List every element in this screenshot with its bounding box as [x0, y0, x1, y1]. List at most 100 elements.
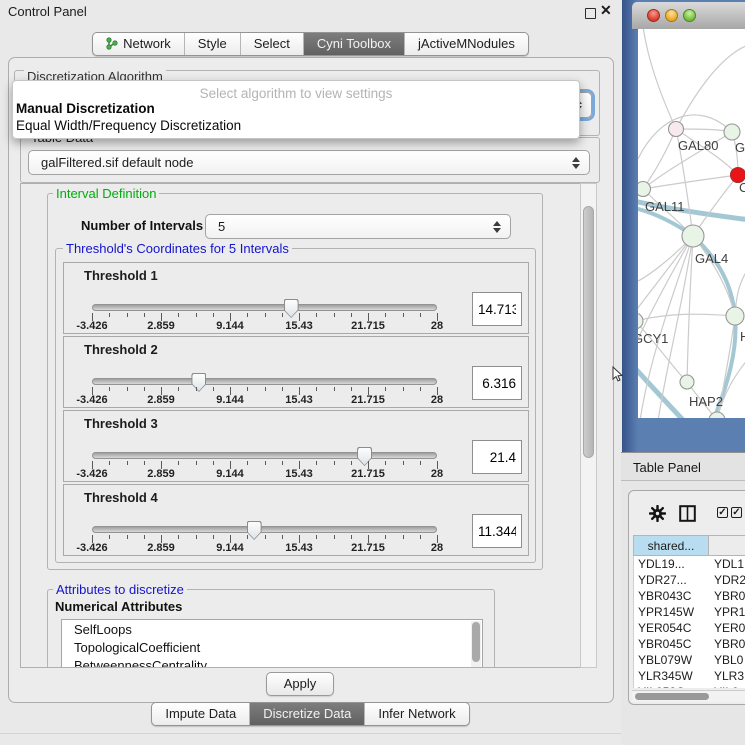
tab-label: Select — [254, 36, 290, 51]
slider-thumb[interactable] — [247, 521, 262, 540]
threshold-value-field[interactable] — [472, 514, 522, 548]
network-window-titlebar[interactable] — [632, 2, 745, 30]
H-node[interactable] — [726, 307, 744, 325]
table-row[interactable]: YBL079WYBL0 — [634, 652, 745, 668]
cell-name[interactable]: YPR1 — [710, 604, 745, 620]
table-row[interactable]: YIL052CYIL0 — [634, 684, 745, 688]
cell-name[interactable]: YBR0 — [710, 588, 745, 604]
column-header-shared-name[interactable]: shared... — [633, 535, 709, 556]
tab-network[interactable]: Network — [93, 33, 184, 55]
tab-jactivemnodules[interactable]: jActiveMNodules — [404, 33, 528, 55]
network-canvas[interactable]: GAL80GACGAL11GAL4GCY1HHAP2 — [638, 29, 745, 418]
slider-tick — [282, 461, 283, 465]
slider-thumb[interactable] — [191, 373, 206, 392]
table-row[interactable]: YER054CYER0 — [634, 620, 745, 636]
slider-track[interactable] — [92, 304, 437, 311]
column-header-name[interactable]: na — [709, 535, 745, 556]
cell-shared-name[interactable]: YLR345W — [634, 668, 710, 684]
GAL4-node[interactable] — [682, 225, 704, 247]
attribute-item-betweennesscentrality[interactable]: BetweennessCentrality — [74, 658, 207, 668]
cell-name[interactable]: YBR0 — [710, 636, 745, 652]
cell-name[interactable]: YBL0 — [710, 652, 745, 668]
cell-shared-name[interactable]: YPR145W — [634, 604, 710, 620]
close-traffic-light[interactable] — [647, 9, 660, 22]
table-row[interactable]: YDL19...YDL1 — [634, 556, 745, 572]
slider-tick — [420, 387, 421, 391]
minimize-traffic-light[interactable] — [665, 9, 678, 22]
attributes-list-scrollbar[interactable] — [471, 621, 481, 668]
cell-shared-name[interactable]: YDR27... — [634, 572, 710, 588]
horizontal-scrollbar[interactable] — [632, 690, 745, 702]
table-row[interactable]: YLR345WYLR3 — [634, 668, 745, 684]
cell-shared-name[interactable]: YBR043C — [634, 588, 710, 604]
threshold-label: Threshold 3 — [84, 416, 158, 431]
threshold-value-field[interactable] — [472, 440, 522, 474]
slider-track[interactable] — [92, 378, 437, 385]
slider-track[interactable] — [92, 452, 437, 459]
cell-shared-name[interactable]: YIL052C — [634, 684, 710, 688]
cell-shared-name[interactable]: YBR045C — [634, 636, 710, 652]
checkbox-icon[interactable]: ✓ — [717, 507, 728, 518]
slider-tick — [420, 461, 421, 465]
cell-name[interactable]: YDR2 — [710, 572, 745, 588]
column-checkbox-icons[interactable]: ✓ ✓ — [717, 507, 742, 518]
network-edge — [638, 236, 693, 313]
tab-discretize-data[interactable]: Discretize Data — [249, 703, 364, 725]
numerical-attributes-list[interactable]: SelfLoops TopologicalCoefficient Betweenne… — [61, 619, 483, 668]
table-row[interactable]: YPR145WYPR1 — [634, 604, 745, 620]
slider-tick — [316, 535, 317, 539]
cell-name[interactable]: YER0 — [710, 620, 745, 636]
GAL80-node[interactable] — [669, 122, 684, 137]
tab-infer-network[interactable]: Infer Network — [364, 703, 468, 725]
slider-tick-label: 21.715 — [351, 542, 385, 554]
attribute-item-selfloops[interactable]: SelfLoops — [74, 622, 132, 637]
GCY1-node[interactable] — [638, 313, 643, 329]
HAP2-node[interactable] — [680, 375, 694, 389]
node-top-right[interactable] — [724, 124, 740, 140]
num-intervals-label: Number of Intervals — [81, 218, 203, 233]
float-window-icon[interactable] — [585, 8, 596, 19]
slider-tick — [403, 461, 404, 465]
threshold-value-field[interactable] — [472, 366, 522, 400]
threshold-value-field[interactable] — [472, 292, 522, 326]
checkbox-icon[interactable]: ✓ — [731, 507, 742, 518]
scrollbar-thumb[interactable] — [583, 206, 594, 458]
node-label-gal80: GAL80 — [678, 138, 718, 153]
cell-shared-name[interactable]: YBL079W — [634, 652, 710, 668]
apply-button[interactable]: Apply — [266, 672, 334, 696]
tab-cyni-toolbox[interactable]: Cyni Toolbox — [303, 33, 404, 55]
scrollbar-thumb[interactable] — [472, 622, 480, 662]
scrollbar-thumb[interactable] — [635, 693, 709, 700]
tab-select[interactable]: Select — [240, 33, 303, 55]
slider-thumb[interactable] — [284, 299, 299, 318]
slider-track[interactable] — [92, 526, 437, 533]
gear-icon[interactable] — [649, 505, 666, 522]
cell-name[interactable]: YDL1 — [710, 556, 745, 572]
vertical-scrollbar[interactable] — [580, 183, 597, 668]
popup-item-equal-width-frequency[interactable]: Equal Width/Frequency Discretization — [16, 118, 241, 133]
popup-item-manual-discretization[interactable]: Manual Discretization — [16, 101, 155, 116]
slider-tick — [247, 535, 248, 539]
tab-style[interactable]: Style — [184, 33, 240, 55]
attribute-item-topologicalcoefficient[interactable]: TopologicalCoefficient — [74, 640, 200, 655]
cell-name[interactable]: YLR3 — [710, 668, 745, 684]
cell-name[interactable]: YIL0 — [710, 684, 745, 688]
tab-impute-data[interactable]: Impute Data — [152, 703, 249, 725]
slider-thumb[interactable] — [357, 447, 372, 466]
slider-tick — [109, 387, 110, 391]
num-intervals-combobox[interactable]: 5 — [205, 214, 511, 239]
table-row[interactable]: YBR045CYBR0 — [634, 636, 745, 652]
slider-tick-label: 9.144 — [216, 468, 244, 480]
slider-tick-label: 15.43 — [285, 542, 313, 554]
slider-tick-label: 9.144 — [216, 320, 244, 332]
cell-shared-name[interactable]: YER054C — [634, 620, 710, 636]
GAL11-node[interactable] — [638, 182, 651, 197]
table-row[interactable]: YDR27...YDR2 — [634, 572, 745, 588]
close-icon[interactable]: ✕ — [600, 2, 612, 19]
cell-shared-name[interactable]: YDL19... — [634, 556, 710, 572]
zoom-traffic-light[interactable] — [683, 9, 696, 22]
table-data-combobox[interactable]: galFiltered.sif default node — [28, 150, 590, 175]
slider-tick — [351, 387, 352, 391]
split-columns-icon[interactable] — [679, 505, 696, 522]
table-row[interactable]: YBR043CYBR0 — [634, 588, 745, 604]
